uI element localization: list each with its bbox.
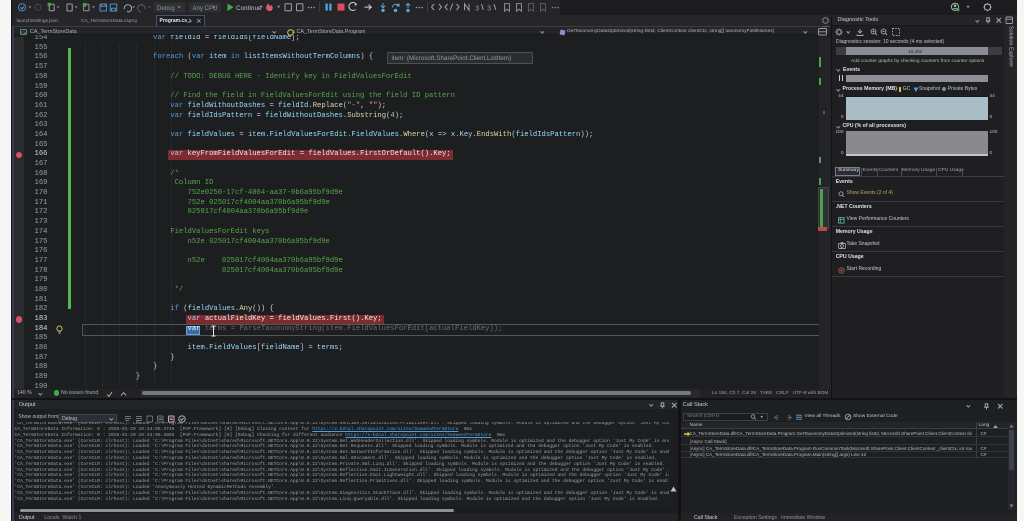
svg-text:3: 3 bbox=[487, 5, 491, 13]
svg-text:Debug: Debug bbox=[157, 6, 175, 12]
svg-text:3: 3 bbox=[475, 5, 479, 13]
svg-text:Continue: Continue bbox=[236, 5, 262, 12]
